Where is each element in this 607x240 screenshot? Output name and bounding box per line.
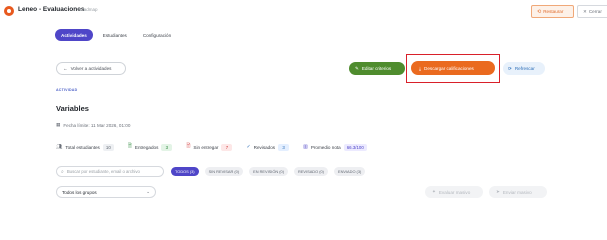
search-icon: ⌕ <box>61 168 64 175</box>
restore-button[interactable]: ⟲ Restaurar <box>531 5 574 18</box>
filter-sent[interactable]: ENVIADO (3) <box>333 167 366 176</box>
status-filters: TODOS (3) SIN REVISAR (0) EN REVISIÓN (0… <box>171 167 366 176</box>
group-select-value: Todos los grupos <box>62 189 97 195</box>
page-title: Variables <box>56 104 89 113</box>
title-bar: Leneo - Evaluaciones Roadmap ⟲ Restaurar… <box>0 0 607 24</box>
back-label: Volver a actividades <box>70 66 112 71</box>
stat-value: 7 <box>221 143 233 151</box>
stat-label: Promedio nota <box>310 144 341 150</box>
edit-label: Editar criterios <box>361 66 392 71</box>
calendar-icon: ▦ <box>56 122 61 127</box>
stat-value: 3 <box>278 143 290 151</box>
filter-reviewed[interactable]: REVISADO (0) <box>294 167 328 176</box>
filter-all[interactable]: TODOS (3) <box>171 167 199 176</box>
bar-chart-icon: ▥ <box>303 144 308 150</box>
download-label: Descargar calificaciones <box>424 65 474 71</box>
stat-label: Total estudiantes <box>65 144 100 150</box>
chevron-down-icon: ⌄ <box>146 189 150 194</box>
search-field[interactable]: ⌕ <box>56 166 164 177</box>
stat-average: ▥ Promedio nota 66.3/100 <box>303 143 367 151</box>
refresh-label: Refrescar <box>514 66 535 71</box>
stat-label: Sin entregar <box>193 144 219 150</box>
doc-x-icon: 🗎︎ <box>186 143 191 149</box>
search-input[interactable] <box>66 169 163 174</box>
bulk-grade-label: Evaluar masivo <box>438 189 471 195</box>
stat-label: Entregados <box>134 144 159 150</box>
close-button[interactable]: ✕ Cerrar <box>577 5 607 18</box>
filter-unreviewed[interactable]: SIN REVISAR (0) <box>204 167 244 176</box>
refresh-icon: ⟳ <box>508 65 512 71</box>
restore-icon: ⟲ <box>537 8 542 15</box>
bulk-grade-button[interactable]: ✦ Evaluar masivo <box>425 186 483 198</box>
stat-submitted: 🗎︎ Entregados 3 <box>128 143 173 151</box>
users-icon: 👥︎ <box>56 144 63 150</box>
arrow-left-icon: ← <box>63 66 68 71</box>
stat-value: 10 <box>102 143 114 151</box>
app-subtitle: Roadmap <box>78 7 98 12</box>
download-icon: ⤓ <box>419 65 422 71</box>
restore-label: Restaurar <box>543 9 564 14</box>
edit-criteria-button[interactable]: ✎ Editar criterios <box>349 62 405 75</box>
download-grades-button[interactable]: ⤓ Descargar calificaciones <box>411 61 495 75</box>
bulk-send-button[interactable]: ➤ Enviar masivo <box>489 186 547 198</box>
check-icon: ✓ <box>246 144 251 150</box>
stat-total: 👥︎ Total estudiantes 10 <box>56 143 114 151</box>
tab-configuracion[interactable]: Configuración <box>137 29 177 41</box>
stats-row: 👥︎ Total estudiantes 10 🗎︎ Entregados 3 … <box>56 142 381 152</box>
main-tabs: Actividades Estudiantes Configuración <box>55 29 177 41</box>
stat-value: 66.3/100 <box>343 143 367 151</box>
close-icon: ✕ <box>583 8 587 14</box>
bulk-send-label: Enviar masivo <box>502 189 532 195</box>
stat-value: 3 <box>161 143 173 151</box>
filter-in-review[interactable]: EN REVISIÓN (0) <box>249 167 289 176</box>
stat-reviewed: ✓ Revisados 3 <box>246 143 290 151</box>
due-date: ▦ Fecha límite: 11 Mar 2026, 01:00 <box>56 122 130 128</box>
doc-check-icon: 🗎︎ <box>127 143 132 149</box>
app-title: Leneo - Evaluaciones <box>18 6 85 13</box>
back-button[interactable]: ← Volver a actividades <box>56 62 126 75</box>
close-label: Cerrar <box>588 9 602 14</box>
send-icon: ➤ <box>496 189 500 194</box>
stat-label: Revisados <box>253 144 276 150</box>
group-select[interactable]: Todos los grupos ⌄ <box>56 186 156 198</box>
app-logo-icon <box>4 6 14 16</box>
stat-missing: 🗎︎ Sin entregar 7 <box>186 143 233 151</box>
due-date-text: Fecha límite: 11 Mar 2026, 01:00 <box>63 122 131 128</box>
edit-icon: ✎ <box>355 65 359 71</box>
tab-estudiantes[interactable]: Estudiantes <box>97 29 133 41</box>
tab-actividades[interactable]: Actividades <box>55 29 93 41</box>
section-label: ACTIVIDAD <box>56 88 78 92</box>
sparkle-icon: ✦ <box>432 189 436 194</box>
refresh-button[interactable]: ⟳ Refrescar <box>503 62 545 75</box>
